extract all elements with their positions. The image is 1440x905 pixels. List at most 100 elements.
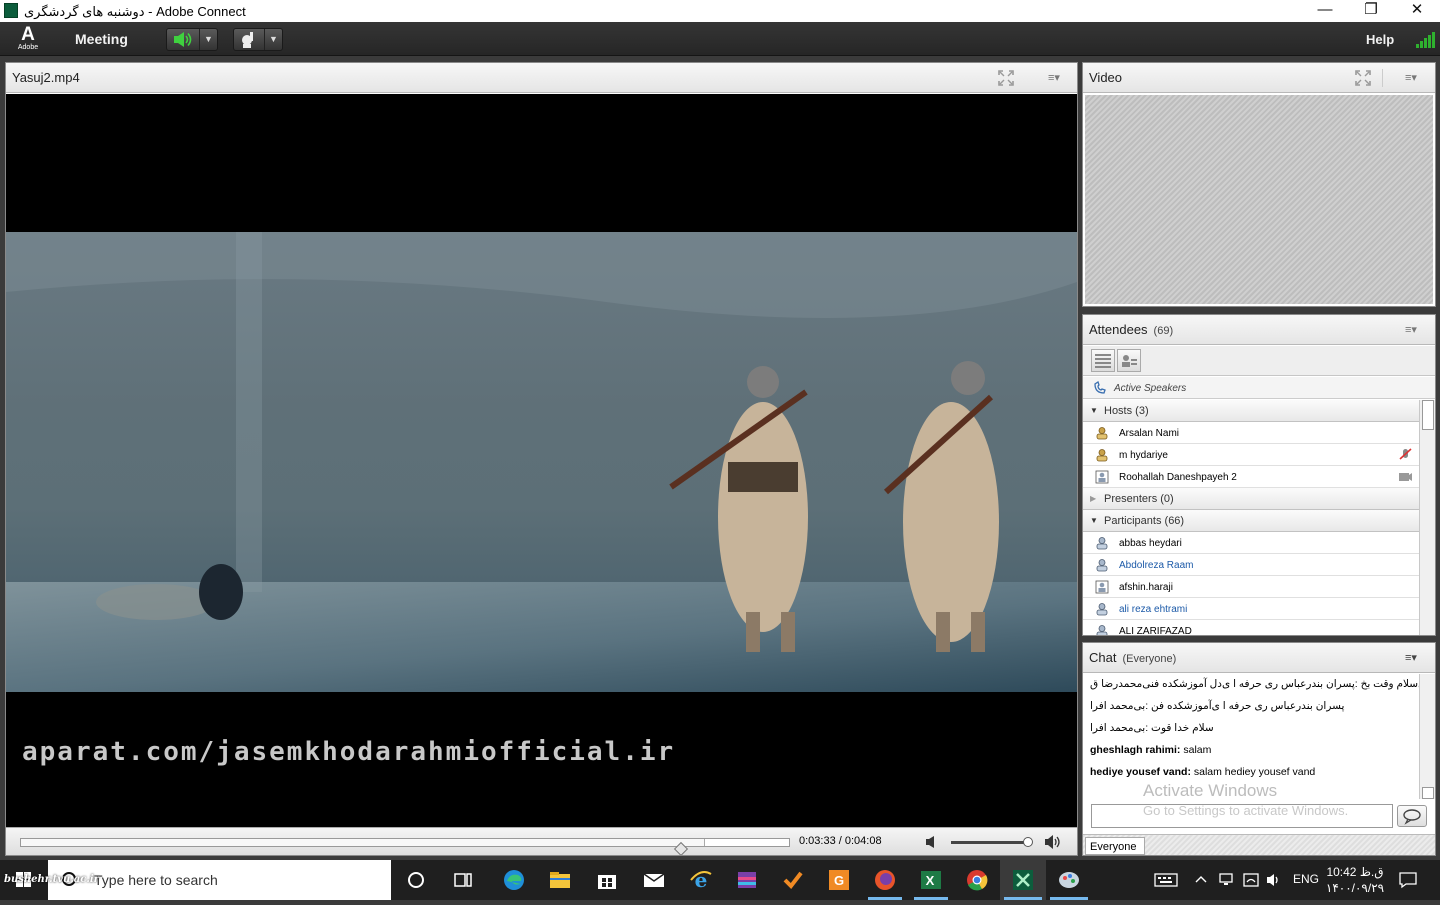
pod-options-icon[interactable]: ≡▾: [1405, 324, 1423, 336]
status-view-button[interactable]: [1117, 349, 1141, 372]
input-language[interactable]: ENG: [1293, 872, 1319, 886]
chevron-up-icon[interactable]: [1195, 874, 1207, 884]
attendee-scrollbar[interactable]: [1419, 400, 1435, 635]
participant-user-icon: [1096, 625, 1108, 635]
attendee-name: Arsalan Nami: [1119, 428, 1180, 439]
fullscreen-icon[interactable]: [1355, 70, 1371, 86]
adobe-logo: A Adobe: [16, 24, 40, 52]
host-row[interactable]: Roohallah Daneshpayeh 2: [1083, 466, 1419, 488]
chat-message: پسران بندرعباس ری حرفه ا ی‌آموزشکده فن :…: [1090, 700, 1419, 722]
chat-scrollbar[interactable]: [1419, 674, 1435, 799]
speaker-toggle-button[interactable]: ▼: [166, 28, 218, 51]
chat-text: ری‌سلام وقت بخ :پسران بندرعباس ری حرفه ا…: [1090, 678, 1419, 690]
keyboard-icon[interactable]: [1154, 872, 1178, 888]
internet-explorer-icon[interactable]: e: [689, 868, 713, 892]
excel-icon[interactable]: X: [919, 868, 943, 892]
participant-row[interactable]: ALI ZARIFAZAD: [1083, 620, 1419, 635]
participant-row[interactable]: abbas heydari: [1083, 532, 1419, 554]
chrome-icon[interactable]: [965, 868, 989, 892]
meeting-menu[interactable]: Meeting: [75, 31, 128, 47]
scrollbar-thumb[interactable]: [1422, 787, 1434, 799]
adobe-connect-taskbar-icon[interactable]: [1011, 868, 1035, 892]
taskbar-search-placeholder: Type here to search: [94, 872, 218, 888]
hosts-group-header[interactable]: ▼ Hosts (3): [1083, 400, 1419, 422]
chevron-down-icon[interactable]: ▼: [199, 29, 217, 50]
host-user-icon: [1096, 427, 1108, 440]
participant-row[interactable]: afshin.haraji: [1083, 576, 1419, 598]
clock-time: 10:42 ق.ظ: [1326, 865, 1384, 879]
close-button[interactable]: ✕: [1394, 0, 1440, 22]
raise-hand-icon: [242, 32, 253, 48]
video-player[interactable]: aparat.com/jasemkhodarahmiofficial.ir: [6, 94, 1077, 827]
attendee-name: ALI ZARIFAZAD: [1119, 626, 1192, 635]
chat-pod-header: Chat (Everyone) ≡▾: [1083, 643, 1435, 673]
chevron-right-icon[interactable]: ▶: [1090, 494, 1096, 503]
pdf-app-icon[interactable]: G: [827, 868, 851, 892]
winrar-icon[interactable]: [735, 868, 759, 892]
participant-row[interactable]: Abdolreza Raam: [1083, 554, 1419, 576]
share-pod: Yasuj2.mp4 ≡▾ aparat.com/jasemkhodarahmi…: [5, 62, 1078, 857]
video-scene: [6, 232, 1077, 652]
volume-icon[interactable]: [1265, 872, 1283, 888]
volume-slider[interactable]: [951, 837, 1033, 847]
volume-mute-icon[interactable]: [925, 835, 939, 849]
host-row[interactable]: m hydariye: [1083, 444, 1419, 466]
list-view-button[interactable]: [1091, 349, 1115, 372]
paint-app-icon[interactable]: [1057, 868, 1081, 892]
participants-group-header[interactable]: ▼ Participants (66): [1083, 510, 1419, 532]
media-controls: 0:03:33 / 0:04:08: [6, 827, 1077, 857]
file-explorer-icon[interactable]: [548, 868, 572, 892]
participants-list: abbas heydari Abdolreza Raam afshin.haraji…: [1083, 532, 1419, 635]
host-row[interactable]: Arsalan Nami: [1083, 422, 1419, 444]
restore-button[interactable]: ❐: [1348, 0, 1394, 22]
edge-browser-icon[interactable]: [502, 868, 526, 892]
chevron-down-icon[interactable]: ▼: [264, 29, 282, 50]
help-menu[interactable]: Help: [1366, 32, 1394, 47]
video-watermark: aparat.com/jasemkhodarahmiofficial.ir: [22, 737, 676, 767]
camera-area: [1085, 95, 1433, 304]
scrollbar-thumb[interactable]: [1422, 400, 1434, 430]
volume-handle[interactable]: [1023, 837, 1033, 847]
volume-max-icon[interactable]: [1044, 834, 1064, 850]
fullscreen-icon[interactable]: [998, 70, 1014, 86]
window-title: دوشنبه های گردشگری - Adobe Connect: [24, 4, 246, 19]
chat-pod-title: Chat (Everyone): [1089, 650, 1176, 665]
presenters-group-label: Presenters (0): [1104, 493, 1174, 505]
task-view-icon[interactable]: [451, 868, 475, 892]
wifi-icon[interactable]: [1242, 872, 1260, 888]
cortana-icon[interactable]: [404, 868, 428, 892]
chat-text: salam: [1180, 744, 1212, 756]
microphone-icon: [1399, 448, 1412, 460]
chevron-down-icon[interactable]: ▼: [1090, 516, 1098, 525]
participant-row[interactable]: ali reza ehtrami: [1083, 598, 1419, 620]
chat-sender: gheshlagh rahimi:: [1090, 744, 1181, 756]
connection-signal-icon: [1416, 32, 1435, 48]
checkmark-app-icon[interactable]: [781, 868, 805, 892]
activate-windows-title: Activate Windows: [1143, 781, 1278, 800]
network-icon[interactable]: [1218, 872, 1236, 888]
send-message-button[interactable]: [1397, 805, 1427, 827]
firefox-icon[interactable]: [873, 868, 897, 892]
pod-options-icon[interactable]: ≡▾: [1405, 652, 1423, 664]
webcam-status-icon: [1399, 473, 1412, 481]
presenters-group-header[interactable]: ▶ Presenters (0): [1083, 488, 1419, 510]
seek-bar[interactable]: [20, 838, 790, 857]
taskbar-clock[interactable]: 10:42 ق.ظ ۱۴۰۰/۰۹/۲۹: [1318, 864, 1392, 896]
status-button[interactable]: ▼: [233, 28, 283, 51]
attendee-name: ali reza ehtrami: [1119, 604, 1188, 615]
windows-taskbar: Type here to search bushehr.tvu.ac.ir e …: [0, 860, 1440, 900]
attendee-name: m hydariye: [1119, 450, 1168, 461]
chevron-down-icon[interactable]: ▼: [1090, 406, 1098, 415]
pod-options-icon[interactable]: ≡▾: [1048, 72, 1066, 84]
attendee-name: afshin.haraji: [1119, 582, 1173, 593]
pod-options-icon[interactable]: ≡▾: [1405, 72, 1423, 84]
chat-recipient-button[interactable]: Everyone: [1085, 837, 1145, 855]
notifications-icon[interactable]: [1398, 870, 1418, 890]
minimize-button[interactable]: —: [1302, 0, 1348, 22]
participant-user-icon: [1096, 559, 1108, 572]
adobe-logo-letter: A: [21, 24, 35, 45]
mail-icon[interactable]: [642, 868, 666, 892]
taskbar-search-box[interactable]: Type here to search: [48, 860, 391, 900]
microsoft-store-icon[interactable]: [595, 868, 619, 892]
attendees-pod: Attendees (69) ≡▾ Active Speakers ▼ Hosts …: [1082, 314, 1436, 636]
